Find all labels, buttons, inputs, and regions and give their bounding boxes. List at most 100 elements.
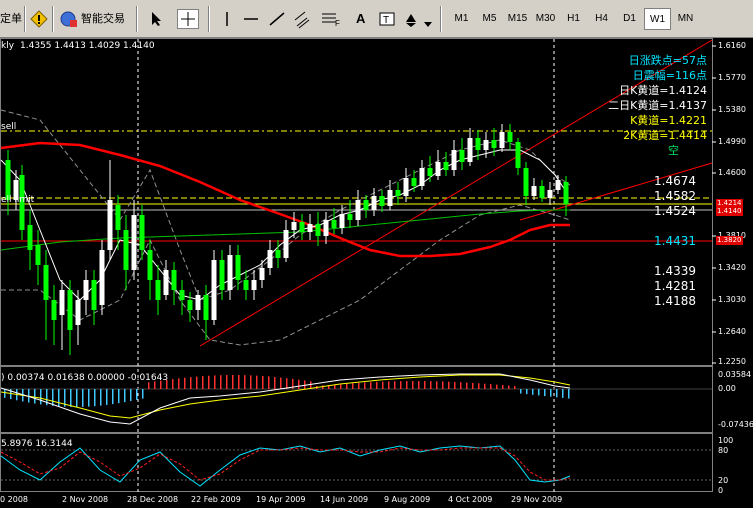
candle-body [499,132,505,148]
candle-body [363,200,369,210]
macd-histogram-bar [58,389,60,407]
macd-histogram-bar [562,389,564,398]
macd-histogram-bar [406,381,408,389]
trendline-icon[interactable] [268,10,286,28]
candle-body [507,132,513,142]
equidistant-channel-icon[interactable] [293,10,313,30]
timeframe-m15[interactable]: M15 [504,8,531,30]
expert-advisor-icon[interactable] [59,10,77,28]
macd-histogram-bar [388,381,390,389]
toolbar-separator [24,6,26,32]
macd-histogram-bar [190,377,192,389]
arrows-icon[interactable] [402,10,420,28]
price-axis-label: 1.6160 [718,41,746,50]
candle-body [299,222,305,232]
level-7-label: 1.4188 [654,294,696,308]
timeframe-h1[interactable]: H1 [560,8,587,30]
macd-histogram-bar [556,389,558,398]
chart-toolbar: 定单 智能交易 F A T M1 M5 M15 M30 H1 H4 D1 W1 … [0,0,753,38]
macd-axis-bottom: -0.07436 [718,420,753,429]
candle-body [235,255,241,280]
timeframe-w1[interactable]: W1 [644,8,671,30]
price-axis-label: 1.2250 [718,357,746,366]
candle-body [163,270,169,295]
vertical-line-icon[interactable] [218,10,236,28]
macd-histogram-bar [544,389,546,397]
candle-body [443,162,449,170]
date-axis-label: 28 Dec 2008 [127,495,179,504]
timeframe-m30[interactable]: M30 [532,8,559,30]
candle-body [547,190,553,198]
candle-body [403,178,409,196]
timeframe-d1[interactable]: D1 [616,8,643,30]
timeframe-m1[interactable]: M1 [448,8,475,30]
price-axis-label: 1.2640 [718,327,746,336]
macd-histogram-bar [208,375,210,389]
candle-body [411,178,417,186]
candle-body [355,200,361,220]
crosshair-icon[interactable] [177,9,199,29]
macd-histogram-bar [118,389,120,404]
macd-histogram-bar [76,389,78,407]
candle-body [483,140,489,150]
price-axis-label: 1.3420 [718,263,746,272]
candle-body [107,200,113,250]
candle-body [539,186,545,198]
macd-histogram-bar [478,383,480,389]
macd-axis-top: 0.03584 [718,370,752,379]
macd-histogram-bar [382,381,384,389]
text-label-icon[interactable]: T [378,10,396,28]
toolbar-separator [52,6,54,32]
candle-body [139,215,145,250]
macd-histogram-bar [532,389,534,395]
macd-histogram-bar [214,375,216,389]
macd-histogram-bar [322,385,324,389]
chevron-down-icon[interactable] [423,14,433,27]
candle-body [123,230,129,270]
candle-body [395,190,401,196]
date-axis-label: 2 Nov 2008 [62,495,109,504]
horizontal-line-icon[interactable] [242,10,260,28]
orders-label[interactable]: 定单 [0,7,22,31]
timeframe-mn[interactable]: MN [672,8,699,30]
candle-body [43,265,49,300]
candle-body [147,250,153,280]
macd-histogram-bar [196,376,198,389]
candle-body [379,196,385,206]
text-tool-button[interactable]: A [356,7,365,31]
level-2-label: 1.4582 [654,189,696,203]
macd-histogram-bar [418,381,420,389]
macd-histogram-bar [34,389,36,404]
candle-body [131,215,137,270]
price-axis-label: 1.5380 [718,105,746,114]
macd-histogram-bar [550,389,552,397]
candle-body [259,268,265,280]
macd-histogram-bar [268,376,270,389]
candle-body [283,230,289,258]
auto-trading-button[interactable]: 智能交易 [81,7,125,31]
mt4-window: 定单 智能交易 F A T M1 M5 M15 M30 H1 H4 D1 W1 … [0,0,753,508]
candle-body [347,214,353,220]
macd-histogram-bar [4,389,6,398]
candle-body [291,222,297,230]
stoch-axis-100: 100 [718,436,734,445]
macd-histogram-bar [442,381,444,389]
candle-body [323,220,329,236]
warning-icon[interactable] [30,10,48,28]
macd-histogram-bar [538,389,540,396]
stoch-panel-border [0,433,713,492]
candle-body [523,168,529,196]
macd-histogram-bar [370,382,372,389]
date-axis-label: 9 Aug 2009 [384,495,431,504]
timeframe-m5[interactable]: M5 [476,8,503,30]
macd-histogram-bar [262,376,264,389]
macd-histogram-bar [220,375,222,389]
candle-body [67,290,73,330]
macd-histogram-bar [52,389,54,406]
cursor-icon[interactable] [150,11,164,27]
macd-histogram-bar [238,375,240,389]
candle-body [203,295,209,320]
candle-body [91,280,97,310]
timeframe-h4[interactable]: H4 [588,8,615,30]
fibonacci-icon[interactable]: F [320,10,342,30]
